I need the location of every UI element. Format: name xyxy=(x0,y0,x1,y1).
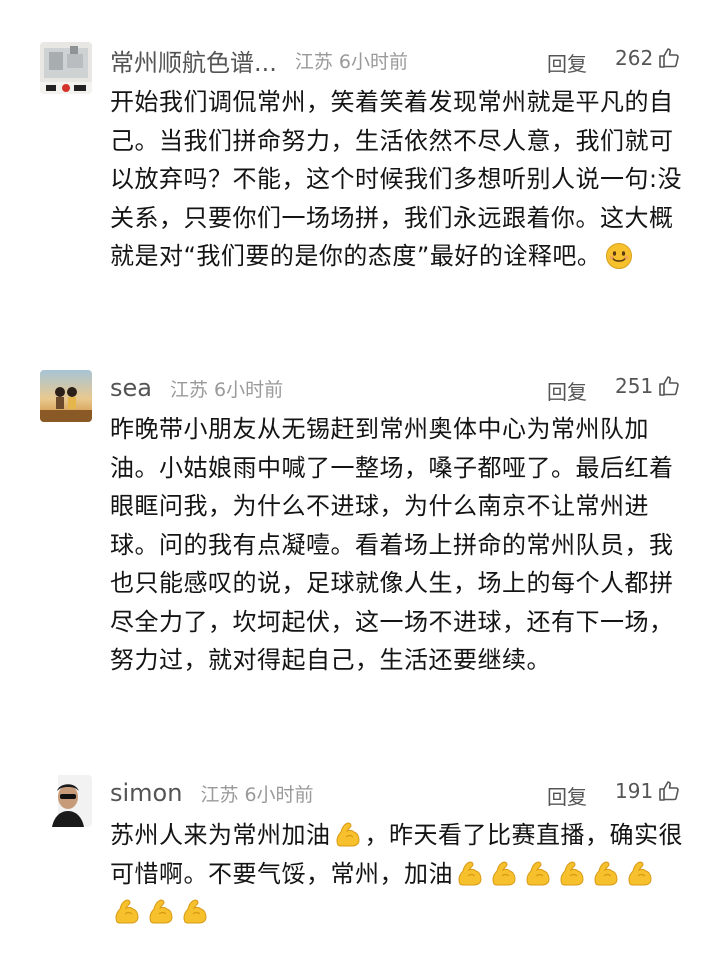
username[interactable]: simon xyxy=(110,779,182,807)
flexed-biceps-icon xyxy=(183,899,207,924)
timestamp: 6小时前 xyxy=(244,783,314,806)
reply-button[interactable]: 回复 xyxy=(547,48,587,77)
flexed-biceps-icon xyxy=(526,860,550,885)
timestamp: 6小时前 xyxy=(214,378,284,401)
like-count: 262 xyxy=(615,46,654,70)
location: 江苏 xyxy=(294,50,333,73)
like-button[interactable]: 191 xyxy=(615,779,681,803)
location: 江苏 xyxy=(169,378,208,401)
thumbs-up-icon xyxy=(659,48,679,68)
avatar[interactable] xyxy=(40,775,92,827)
flexed-biceps-icon xyxy=(560,860,584,885)
avatar[interactable] xyxy=(40,42,92,94)
smiling-face-icon xyxy=(606,243,633,269)
flexed-biceps-icon xyxy=(149,899,173,924)
comment-meta: simon 江苏 6小时前 xyxy=(110,773,314,813)
timestamp: 6小时前 xyxy=(338,50,408,73)
comment-text: 开始我们调侃常州，笑着笑着发现常州就是平凡的自己。当我们拼命努力，生活依然不尽人… xyxy=(110,88,683,270)
avatar[interactable] xyxy=(40,370,92,422)
reply-button[interactable]: 回复 xyxy=(547,376,587,405)
flexed-biceps-icon xyxy=(628,860,652,885)
like-button[interactable]: 262 xyxy=(615,46,681,70)
flexed-biceps-icon xyxy=(492,860,516,885)
comment-meta: sea 江苏 6小时前 xyxy=(110,368,283,408)
thumbs-up-icon xyxy=(659,781,679,801)
flexed-biceps-icon xyxy=(594,860,618,885)
flexed-biceps-icon xyxy=(336,822,360,847)
comment-meta: 常州顺航色谱... 江苏 6小时前 xyxy=(110,40,408,80)
flexed-biceps-icon xyxy=(458,860,482,885)
location: 江苏 xyxy=(200,783,239,806)
like-count: 251 xyxy=(615,374,654,398)
username[interactable]: sea xyxy=(110,374,152,402)
like-button[interactable]: 251 xyxy=(615,374,681,398)
comment-text: 昨晚带小朋友从无锡赶到常州奥体中心为常州队加油。小姑娘雨中喊了一整场，嗓子都哑了… xyxy=(110,415,674,674)
flexed-biceps-icon xyxy=(115,899,139,924)
reply-button[interactable]: 回复 xyxy=(547,781,587,810)
like-count: 191 xyxy=(615,779,654,803)
thumbs-up-icon xyxy=(659,376,679,396)
comment-text: 苏州人来为常州加油 ，昨天看了比赛直播，确实很可惜啊。不要气馁，常州，加油 xyxy=(110,816,688,932)
username[interactable]: 常州顺航色谱... xyxy=(110,43,277,78)
